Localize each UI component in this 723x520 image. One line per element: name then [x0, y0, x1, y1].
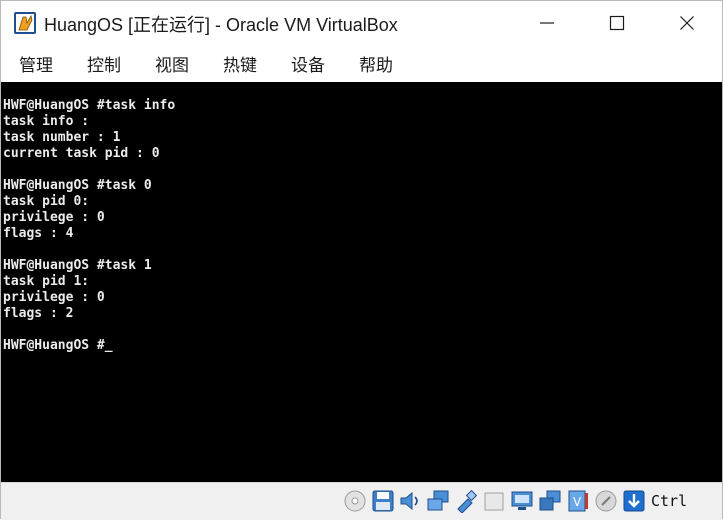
console-line: task number : 1 — [3, 130, 121, 145]
console-line: flags : 4 — [3, 226, 74, 241]
menu-item-help[interactable]: 帮助 — [359, 51, 393, 76]
console-line: HWF@HuangOS #task 1 — [3, 258, 152, 273]
svg-text:V: V — [573, 495, 582, 509]
vrde-icon[interactable]: V — [566, 489, 590, 513]
menu-item-view[interactable]: 视图 — [155, 51, 189, 76]
console-line: HWF@HuangOS #task info — [3, 98, 176, 113]
console-line: privilege : 0 — [3, 290, 105, 305]
minimize-icon — [540, 22, 554, 24]
console-line: privilege : 0 — [3, 210, 105, 225]
optical-drive-icon[interactable] — [343, 489, 367, 513]
console-line: task pid 0: — [3, 194, 90, 209]
title-bar[interactable]: HuangOS [正在运行] - Oracle VM VirtualBox — [1, 1, 722, 45]
vm-console-screen[interactable]: HWF@HuangOS #task info task info : task … — [1, 82, 722, 482]
floppy-icon[interactable] — [371, 489, 395, 513]
maximize-icon — [609, 15, 625, 31]
network-icon[interactable] — [426, 489, 450, 513]
maximize-button[interactable] — [582, 1, 652, 45]
virtualbox-app-icon — [14, 12, 36, 34]
keyboard-capture-icon[interactable] — [622, 489, 646, 513]
menu-item-devices[interactable]: 设备 — [291, 51, 325, 76]
console-line: task info : — [3, 114, 90, 129]
display-icon[interactable] — [510, 489, 534, 513]
snapshot-icon[interactable] — [538, 489, 562, 513]
recording-icon[interactable] — [594, 489, 618, 513]
console-output: HWF@HuangOS #task info task info : task … — [3, 98, 175, 354]
window-title: HuangOS [正在运行] - Oracle VM VirtualBox — [44, 15, 398, 35]
close-icon — [680, 16, 694, 30]
audio-icon[interactable] — [398, 489, 422, 513]
menu-item-control[interactable]: 控制 — [87, 51, 121, 76]
close-button[interactable] — [652, 1, 722, 45]
minimize-button[interactable] — [512, 1, 582, 45]
menu-item-machine[interactable]: 管理 — [19, 51, 53, 76]
usb-icon[interactable] — [454, 489, 478, 513]
host-key-label: Ctrl — [651, 492, 688, 510]
shared-folders-icon[interactable] — [482, 489, 506, 513]
console-line: HWF@HuangOS #task 0 — [3, 178, 152, 193]
console-prompt-line: HWF@HuangOS #_ — [3, 338, 113, 353]
status-bar: V Ctrl — [1, 482, 722, 520]
console-line: task pid 1: — [3, 274, 90, 289]
console-line: current task pid : 0 — [3, 146, 160, 161]
virtualbox-window: HuangOS [正在运行] - Oracle VM VirtualBox 管理… — [0, 0, 723, 520]
menu-item-hotkeys[interactable]: 热键 — [223, 51, 257, 76]
console-line: flags : 2 — [3, 306, 74, 321]
menu-bar: 管理 控制 视图 热键 设备 帮助 — [1, 45, 722, 82]
